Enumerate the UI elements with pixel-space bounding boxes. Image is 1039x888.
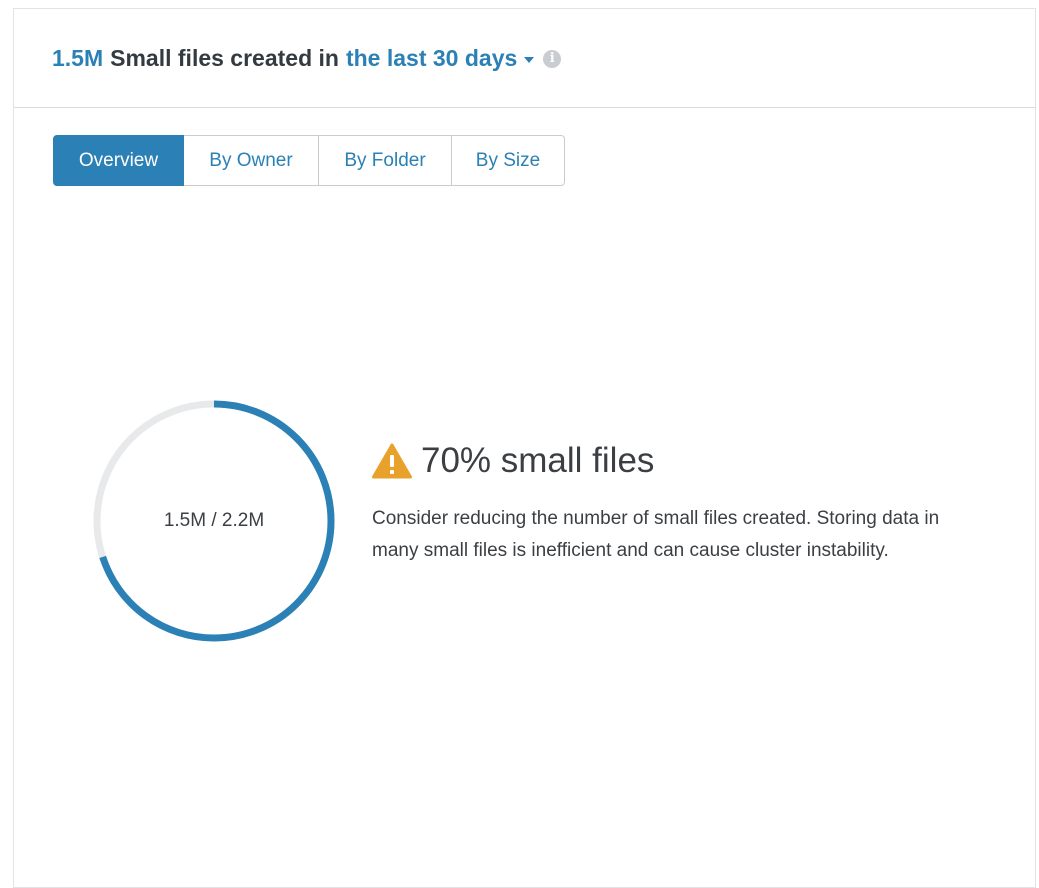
summary-heading: 70% small files bbox=[372, 441, 992, 481]
tab-overview[interactable]: Overview bbox=[53, 135, 184, 186]
warning-icon bbox=[372, 443, 412, 479]
tab-by-size[interactable]: By Size bbox=[452, 135, 565, 186]
summary-description: Consider reducing the number of small fi… bbox=[372, 508, 940, 561]
summary-title: 70% small files bbox=[421, 441, 655, 480]
card-title: 1.5M Small files created in the last 30 … bbox=[52, 44, 562, 72]
gauge-label: 1.5M / 2.2M bbox=[163, 510, 265, 531]
time-range-label: the last 30 days bbox=[345, 44, 518, 71]
card-header: 1.5M Small files created in the last 30 … bbox=[14, 9, 1035, 108]
caret-down-icon bbox=[524, 56, 535, 63]
title-label: Small files created in bbox=[110, 44, 339, 71]
tab-by-folder[interactable]: By Folder bbox=[319, 135, 452, 186]
view-tabs: Overview By Owner By Folder By Size bbox=[53, 135, 565, 186]
info-icon[interactable]: i bbox=[543, 50, 562, 68]
small-files-card: 1.5M Small files created in the last 30 … bbox=[13, 8, 1036, 888]
time-range-dropdown[interactable]: the last 30 days bbox=[345, 44, 535, 72]
tab-by-owner[interactable]: By Owner bbox=[184, 135, 319, 186]
small-files-count: 1.5M bbox=[52, 44, 104, 71]
summary-panel: 70% small files Consider reducing the nu… bbox=[372, 441, 992, 567]
